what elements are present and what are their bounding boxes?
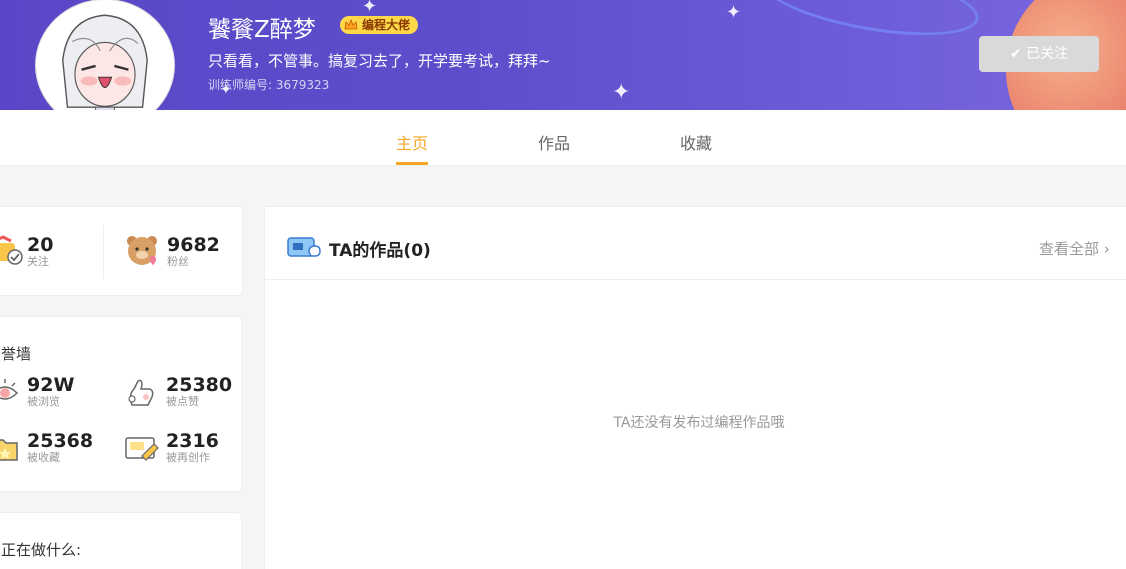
follow-label: 已关注 <box>1026 46 1069 62</box>
views-label: 被浏览 <box>27 395 60 408</box>
check-icon: ✔ <box>1009 46 1022 62</box>
social-stats-card: 20 关注 9682 粉丝 <box>0 206 243 296</box>
following-label: 关注 <box>27 255 49 268</box>
profile-tabs: 主页 作品 收藏 <box>0 110 1126 166</box>
likes-label: 被点赞 <box>166 395 199 408</box>
works-title: TA的作品(0) <box>329 241 431 261</box>
rank-badge: 编程大佬 <box>340 16 419 34</box>
status-card: 正在做什么: <box>0 512 242 569</box>
favorites-label: 被收藏 <box>27 451 60 464</box>
works-header: TA的作品(0) 查看全部 › <box>265 207 1126 280</box>
paw-likes-icon <box>128 379 154 406</box>
avatar-image <box>44 4 166 126</box>
view-all-link[interactable]: 查看全部 › <box>1039 238 1110 259</box>
banner-ring-decoration <box>756 0 984 49</box>
works-empty-message: TA还没有发布过编程作品哦 <box>613 415 785 431</box>
tab-home[interactable]: 主页 <box>396 130 428 154</box>
tab-works[interactable]: 作品 <box>538 130 570 154</box>
follow-button[interactable]: ✔ 已关注 <box>979 36 1099 72</box>
badge-label: 编程大佬 <box>362 18 411 32</box>
following-icon <box>0 235 23 265</box>
active-tab-indicator <box>396 162 428 165</box>
pencil-remix-icon <box>125 437 159 461</box>
fans-label: 粉丝 <box>167 255 189 268</box>
tab-favorites[interactable]: 收藏 <box>680 130 712 154</box>
star-icon: ✦ <box>726 2 742 23</box>
honor-wall-title: 誉墙 <box>1 345 32 363</box>
eye-views-icon <box>0 379 19 400</box>
bear-fans-icon <box>127 236 157 266</box>
star-icon: ✦ <box>362 0 378 17</box>
star-icon: ✦ <box>612 80 631 105</box>
view-all-label: 查看全部 <box>1039 240 1100 258</box>
user-bio: 只看看，不管事。搞复习去了，开学要考试，拜拜~ <box>208 52 551 70</box>
crown-icon <box>344 18 358 30</box>
username: 饕餮Z醉梦 <box>208 17 316 43</box>
works-panel: TA的作品(0) 查看全部 › TA还没有发布过编程作品哦 <box>264 206 1126 569</box>
honor-wall-card: 誉墙 92W 被浏览 25380 被点赞 25368 被收藏 2316 被再创作 <box>0 316 242 492</box>
folder-favorites-icon <box>0 439 18 461</box>
remix-label: 被再创作 <box>166 451 210 464</box>
status-title: 正在做什么: <box>1 541 82 559</box>
divider <box>103 225 104 279</box>
trainer-id: 训练师编号: 3679323 <box>208 78 330 92</box>
chevron-right-icon: › <box>1103 240 1110 258</box>
works-icon <box>287 237 321 257</box>
